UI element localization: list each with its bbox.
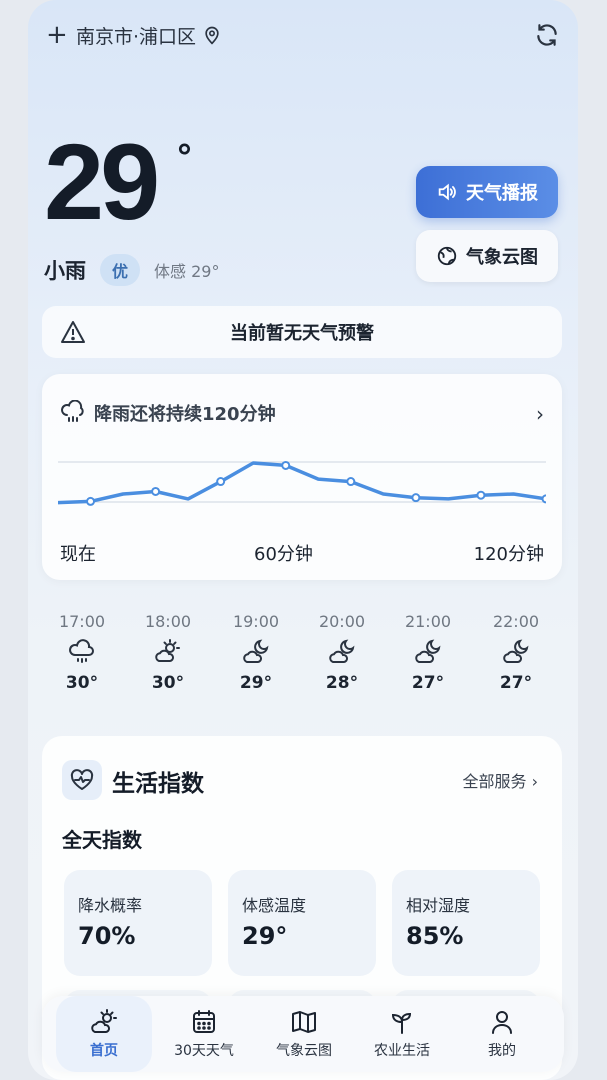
- index-label: 降水概率: [78, 896, 143, 915]
- moon-cloud-icon: [329, 639, 355, 663]
- hour-item[interactable]: 21:00 27°: [398, 612, 458, 693]
- rain-series-line: [58, 461, 546, 505]
- refresh-icon[interactable]: [534, 22, 560, 48]
- degree-symbol: °: [176, 138, 193, 178]
- chevron-right-icon[interactable]: ›: [536, 402, 544, 426]
- axis-label-now: 现在: [60, 544, 96, 565]
- cloud-map-button[interactable]: 气象云图: [416, 230, 558, 282]
- warning-icon: [61, 321, 85, 343]
- location-pin-icon[interactable]: [202, 25, 222, 45]
- weather-alert-bar[interactable]: 当前暂无天气预警: [42, 306, 562, 358]
- tab-cloud-map[interactable]: 气象云图: [256, 996, 352, 1072]
- home-weather-icon: [91, 1009, 117, 1033]
- top-bar: + 南京市·浦口区: [46, 18, 560, 52]
- tab-label: 气象云图: [276, 1043, 332, 1059]
- calendar-icon: [193, 1010, 215, 1033]
- axis-label-60: 60分钟: [254, 544, 313, 565]
- index-card-humidity[interactable]: 相对湿度 85%: [392, 870, 540, 976]
- hour-temp: 27°: [499, 673, 533, 693]
- rain-data-point: [411, 493, 421, 503]
- tab-home[interactable]: 首页: [56, 996, 152, 1072]
- sun-cloud-icon: [155, 639, 180, 662]
- weather-broadcast-button[interactable]: 天气播报: [416, 166, 558, 218]
- rain-duration-title: 降雨还将持续120分钟: [94, 404, 276, 425]
- rain-cloud-icon: [69, 639, 94, 663]
- moon-cloud-icon: [243, 639, 269, 663]
- alert-text: 当前暂无天气预警: [230, 323, 374, 344]
- hour-item[interactable]: 20:00 28°: [312, 612, 372, 693]
- hour-time: 17:00: [58, 612, 106, 631]
- rain-forecast-card[interactable]: 降雨还将持续120分钟 › 现在 60分钟 120分钟: [42, 374, 562, 580]
- rain-data-point: [346, 477, 356, 487]
- hour-time: 19:00: [232, 612, 280, 631]
- hour-time: 21:00: [404, 612, 452, 631]
- phone-screen: + 南京市·浦口区 29 ° 小雨 优 体感 29° 天气播报 气象云图 当前暂…: [28, 0, 578, 1080]
- hour-temp: 30°: [151, 673, 185, 693]
- tab-label: 我的: [488, 1043, 516, 1059]
- all-day-index-heading: 全天指数: [62, 828, 142, 852]
- tab-label: 农业生活: [374, 1043, 430, 1059]
- tab-profile[interactable]: 我的: [454, 996, 550, 1072]
- tab-30-day[interactable]: 30天天气: [156, 996, 252, 1072]
- hourly-forecast: 17:00 30° 18:00 30° 19:00 29° 20:00 28° …: [42, 612, 564, 702]
- index-card-precipitation[interactable]: 降水概率 70%: [64, 870, 212, 976]
- rain-data-point: [281, 460, 291, 470]
- feels-like: 体感 29°: [154, 262, 220, 281]
- speaker-icon: [438, 183, 456, 201]
- hour-item[interactable]: 18:00 30°: [138, 612, 198, 693]
- rain-data-point: [216, 477, 226, 487]
- location-label[interactable]: 南京市·浦口区: [76, 22, 196, 49]
- bottom-tab-bar: 首页 30天天气 气象云图 农业生活 我的: [42, 996, 564, 1072]
- hour-time: 22:00: [492, 612, 540, 631]
- tab-label: 30天天气: [174, 1043, 234, 1059]
- hour-item[interactable]: 22:00 27°: [486, 612, 546, 693]
- user-icon: [492, 1011, 512, 1034]
- hour-item[interactable]: 19:00 29°: [226, 612, 286, 693]
- cloud-map-label: 气象云图: [466, 247, 538, 268]
- index-value: 29°: [242, 922, 288, 950]
- rain-chart: [58, 460, 546, 506]
- aqi-badge[interactable]: 优: [100, 254, 140, 286]
- hour-temp: 30°: [65, 673, 99, 693]
- sprout-icon: [391, 1012, 412, 1034]
- hour-temp: 28°: [325, 673, 359, 693]
- add-city-button[interactable]: +: [46, 22, 70, 48]
- map-icon: [292, 1011, 316, 1033]
- rain-data-point: [541, 494, 546, 504]
- tab-agriculture[interactable]: 农业生活: [354, 996, 450, 1072]
- hour-item[interactable]: 17:00 30°: [52, 612, 112, 693]
- heart-pulse-icon: [62, 760, 102, 800]
- weather-condition: 小雨: [44, 259, 86, 283]
- index-value: 70%: [78, 922, 136, 950]
- axis-label-120: 120分钟: [473, 544, 544, 565]
- index-label: 体感温度: [242, 896, 307, 915]
- index-card-feels-like[interactable]: 体感温度 29°: [228, 870, 376, 976]
- moon-cloud-icon: [415, 639, 441, 663]
- index-value: 85%: [406, 922, 464, 950]
- rain-cloud-icon: [61, 400, 84, 422]
- rain-data-point: [476, 490, 486, 500]
- life-index-title: 生活指数: [112, 771, 204, 797]
- broadcast-label: 天气播报: [466, 183, 538, 204]
- rain-data-point: [86, 496, 96, 506]
- current-temperature: 29: [44, 121, 160, 242]
- hour-time: 20:00: [318, 612, 366, 631]
- hour-time: 18:00: [144, 612, 192, 631]
- hour-temp: 27°: [411, 673, 445, 693]
- globe-icon: [437, 246, 457, 266]
- hour-temp: 29°: [239, 673, 273, 693]
- index-label: 相对湿度: [406, 896, 471, 915]
- rain-data-point: [151, 486, 161, 496]
- moon-cloud-icon: [503, 639, 529, 663]
- tab-label: 首页: [90, 1043, 118, 1059]
- condition-row: 小雨 优 体感 29°: [44, 254, 219, 286]
- all-services-link[interactable]: 全部服务 ›: [463, 768, 539, 792]
